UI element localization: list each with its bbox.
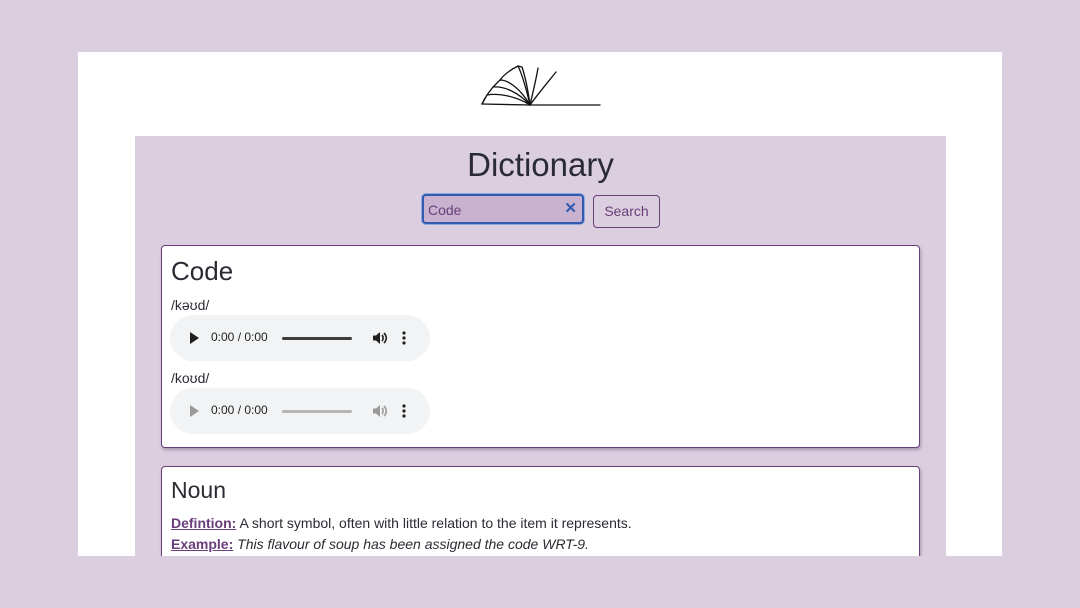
word-card: Code /kəʊd/ 0:00 / 0:00 /koʊd/ 0:00 / 0:… (161, 245, 920, 448)
audio-time: 0:00 / 0:00 (211, 330, 268, 344)
audio-player[interactable]: 0:00 / 0:00 (170, 315, 430, 361)
part-of-speech: Noun (171, 477, 226, 503)
phonetic-text: /koʊd/ (171, 370, 210, 386)
example-text: This flavour of soup has been assigned t… (237, 536, 589, 552)
dictionary-app: Dictionary Code ✕ Search Code /kəʊd/ 0:0… (135, 136, 946, 556)
example-line: Example: This flavour of soup has been a… (171, 536, 589, 552)
audio-player[interactable]: 0:00 / 0:00 (170, 388, 430, 434)
definition-label: Defintion: (171, 515, 237, 531)
word-title: Code (171, 256, 234, 286)
more-vertical-icon[interactable] (402, 402, 406, 420)
search-input-value: Code (428, 202, 462, 218)
example-label: Example: (171, 536, 234, 552)
audio-progress-slider[interactable] (282, 410, 352, 413)
audio-progress-slider[interactable] (282, 337, 352, 340)
volume-icon[interactable] (372, 330, 388, 346)
meaning-card: Noun Defintion: A short symbol, often wi… (161, 466, 920, 556)
more-vertical-icon[interactable] (402, 329, 406, 347)
phonetic-text: /kəʊd/ (171, 297, 210, 313)
page-title: Dictionary (467, 146, 614, 183)
close-icon[interactable]: ✕ (564, 201, 577, 217)
play-icon[interactable] (190, 332, 199, 344)
open-book-icon (478, 62, 602, 110)
volume-icon[interactable] (372, 403, 388, 419)
definition-line: Defintion: A short symbol, often with li… (171, 515, 632, 531)
search-input[interactable]: Code ✕ (422, 194, 584, 224)
search-button[interactable]: Search (593, 195, 660, 228)
audio-time: 0:00 / 0:00 (211, 403, 268, 417)
play-icon[interactable] (190, 405, 199, 417)
definition-text: A short symbol, often with little relati… (239, 515, 632, 531)
page-container: Dictionary Code ✕ Search Code /kəʊd/ 0:0… (78, 52, 1002, 556)
